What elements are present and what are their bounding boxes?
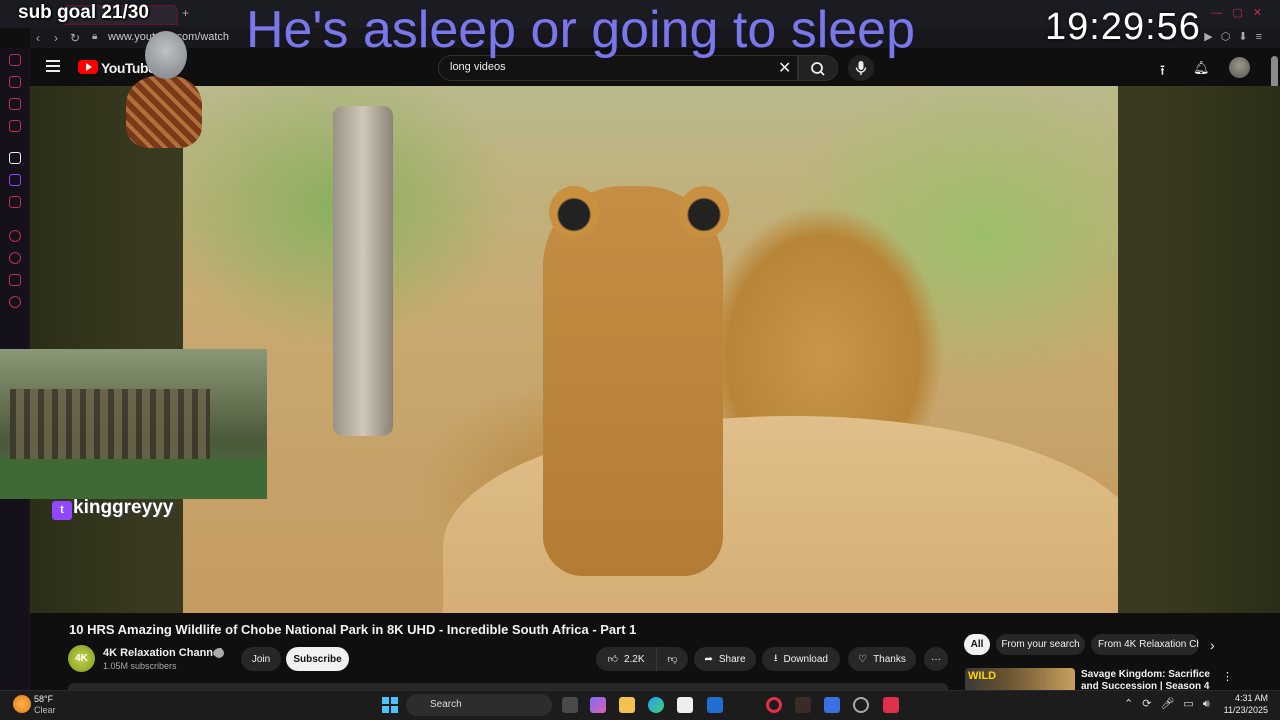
back-icon[interactable]: ‹ (36, 31, 40, 45)
video-player[interactable] (183, 86, 1118, 613)
upload-icon[interactable]: ⭱ (1160, 60, 1165, 84)
browser-toolbar-icons[interactable]: ▶⬡⬇≡ (1204, 30, 1270, 43)
share-label: Share (718, 653, 746, 665)
chevron-right-icon[interactable]: › (1210, 637, 1215, 653)
chip-all[interactable]: All (964, 634, 990, 655)
edge-icon[interactable] (648, 697, 664, 713)
webcam-background-building (10, 389, 210, 459)
kebab-menu-icon[interactable]: ⋮ (1222, 670, 1233, 683)
download-label: Download (783, 653, 828, 665)
app-icon[interactable] (824, 697, 840, 713)
twitch-username: kinggreyyy (73, 497, 174, 518)
subscribe-button[interactable]: Subscribe (286, 647, 349, 671)
thumbs-up-icon: 👍︎ (607, 654, 618, 665)
dislike-button[interactable]: 👎︎ (656, 647, 688, 671)
account-avatar[interactable] (1229, 57, 1250, 78)
taskbar-search-label[interactable]: Search (430, 699, 462, 710)
sidebar-history-icon[interactable] (9, 252, 21, 264)
sidebar-bag-icon[interactable] (9, 76, 21, 88)
opera-gx-icon[interactable] (766, 697, 782, 713)
windows-start-icon[interactable] (382, 697, 398, 713)
windows-taskbar (0, 690, 1280, 720)
task-view-icon[interactable] (562, 697, 578, 713)
like-button[interactable]: 👍︎ 2.2K (596, 647, 656, 671)
share-button[interactable]: ➦ Share (694, 647, 756, 671)
lock-icon[interactable]: 🔒︎ (92, 31, 97, 42)
webcam-overlay (0, 349, 267, 499)
sidebar-messenger-icon[interactable] (9, 120, 21, 132)
sidebar-player-icon[interactable] (9, 230, 21, 242)
thanks-button[interactable]: ♡ Thanks (848, 647, 916, 671)
youtube-logo-icon[interactable] (78, 60, 98, 74)
sidebar-chat-icon[interactable] (9, 98, 21, 110)
weather-icon[interactable] (13, 695, 31, 713)
video-title: 10 HRS Amazing Wildlife of Chobe Nationa… (69, 622, 637, 637)
like-count: 2.2K (623, 653, 645, 665)
video-frame-lion-cub (543, 186, 723, 576)
thumbs-down-icon: 👎︎ (667, 654, 678, 665)
channel-name[interactable]: 4K Relaxation Channel (103, 647, 222, 659)
outlook-icon[interactable] (707, 697, 723, 713)
video-frame-tree-stump (333, 106, 393, 436)
webcam-avatar-head (145, 31, 187, 79)
taskbar-time[interactable]: 4:31 AM (1228, 693, 1268, 703)
share-arrow-icon: ➦ (704, 653, 713, 665)
subscriber-count: 1.05M subscribers (103, 661, 177, 671)
download-button[interactable]: ⭳ Download (762, 647, 840, 671)
window-controls[interactable]: —▢✕ (1211, 6, 1272, 19)
reload-icon[interactable]: ↻ (70, 31, 80, 45)
hamburger-menu-icon[interactable] (46, 60, 60, 72)
tiktok-icon[interactable] (883, 697, 899, 713)
channel-avatar[interactable]: 4K (68, 645, 95, 672)
recommended-video-badge: WILD (968, 670, 997, 682)
system-tray-icons[interactable]: ⌃⟳🎤︎▭🔊︎ (1124, 697, 1219, 711)
video-frame-cub-ear-left (549, 186, 599, 238)
store-icon[interactable] (677, 697, 693, 713)
new-tab-icon[interactable]: + (182, 6, 196, 22)
video-frame-cub-ear-right (679, 186, 729, 238)
taskbar-date[interactable]: 11/23/2025 (1219, 705, 1268, 715)
forward-icon[interactable]: › (54, 31, 58, 45)
copilot-icon[interactable] (590, 697, 606, 713)
obs-icon[interactable] (853, 697, 869, 713)
download-icon: ⭳ (774, 652, 778, 664)
file-explorer-icon[interactable] (619, 697, 635, 713)
clock-overlay: 19:29:56 (1045, 6, 1201, 48)
sidebar-aria-icon[interactable] (9, 152, 21, 164)
clear-search-icon[interactable]: ✕ (778, 58, 791, 78)
notifications-bell-icon[interactable]: 🔔︎ (1193, 60, 1210, 76)
webcam-avatar-shell (126, 76, 202, 148)
weather-description[interactable]: Clear (34, 705, 56, 715)
headline-overlay: He's asleep or going to sleep (246, 1, 916, 59)
sidebar-extensions-icon[interactable] (9, 274, 21, 286)
sidebar-speed-dial-icon[interactable] (9, 54, 21, 66)
webcam-background-grass (0, 459, 267, 499)
search-input-value[interactable]: long videos (450, 61, 506, 73)
twitch-icon: t (52, 501, 72, 520)
thanks-label: Thanks (873, 653, 906, 665)
more-actions-button[interactable]: ··· (924, 647, 948, 671)
sidebar-twitch-icon[interactable] (9, 174, 21, 186)
chip-from-your-search[interactable]: From your search (996, 634, 1085, 655)
sidebar-settings-icon[interactable] (9, 296, 21, 308)
recommended-video-title[interactable]: Savage Kingdom: Sacrifice and Succession… (1081, 669, 1213, 690)
verified-badge-icon (214, 648, 224, 658)
thanks-heart-icon: ♡ (858, 653, 868, 665)
sub-goal-overlay: sub goal 21/30 (18, 2, 149, 23)
taskbar-search-box[interactable] (406, 694, 552, 716)
description-box[interactable] (68, 683, 948, 690)
weather-temperature[interactable]: 58°F (34, 694, 53, 704)
chip-from-channel[interactable]: From 4K Relaxation Channel (1091, 634, 1199, 655)
tf-app-icon[interactable] (795, 697, 811, 713)
join-button[interactable]: Join (241, 647, 281, 671)
sidebar-app-icon[interactable] (9, 196, 21, 208)
